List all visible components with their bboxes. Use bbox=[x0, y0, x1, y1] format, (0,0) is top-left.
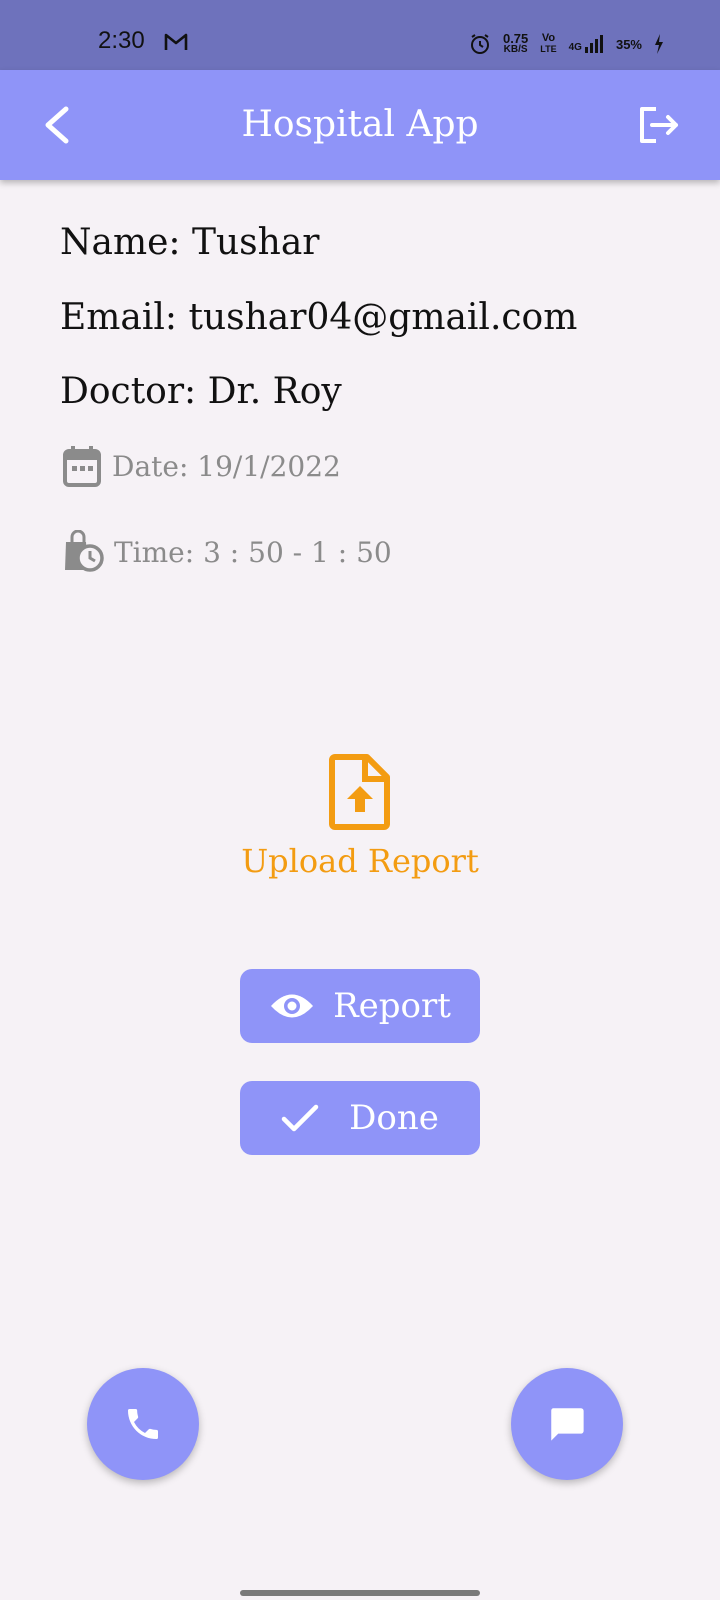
call-button[interactable] bbox=[87, 1368, 199, 1480]
patient-name: Name: Tushar bbox=[60, 222, 320, 263]
report-label: Report bbox=[333, 986, 451, 1026]
calendar-icon bbox=[63, 446, 101, 487]
appointment-date: Date: 19/1/2022 bbox=[62, 445, 341, 487]
status-bar: 2:30 0.75 KB/S Vo LTE 4G 35% bbox=[0, 0, 720, 70]
upload-report-button[interactable]: Upload Report bbox=[0, 754, 720, 880]
signal-icon: 4G bbox=[569, 35, 604, 53]
clock-bag-icon bbox=[65, 530, 104, 572]
app-bar: Hospital App bbox=[0, 70, 720, 180]
phone-icon bbox=[128, 1409, 158, 1439]
logout-icon[interactable] bbox=[638, 106, 680, 144]
charging-icon bbox=[655, 34, 663, 54]
network-speed: 0.75 KB/S bbox=[502, 31, 529, 55]
alarm-icon bbox=[470, 34, 489, 54]
app-title: Hospital App bbox=[241, 104, 479, 145]
appointment-time: Time: 3 : 50 - 1 : 50 bbox=[62, 530, 392, 574]
patient-email: Email: tushar04@gmail.com bbox=[60, 297, 578, 338]
date-text: Date: 19/1/2022 bbox=[112, 449, 341, 483]
view-report-button[interactable]: Report bbox=[240, 969, 480, 1043]
done-button[interactable]: Done bbox=[240, 1081, 480, 1155]
check-icon bbox=[281, 1104, 319, 1132]
network-type: 4G bbox=[568, 42, 582, 53]
eye-icon bbox=[271, 994, 314, 1018]
gmail-icon bbox=[164, 33, 188, 50]
chat-icon bbox=[551, 1408, 584, 1441]
doctor-name: Doctor: Dr. Roy bbox=[60, 371, 342, 412]
volte-indicator: Vo LTE bbox=[540, 32, 557, 55]
home-indicator[interactable] bbox=[240, 1590, 480, 1596]
status-icons: 0.75 KB/S Vo LTE 4G 35% bbox=[469, 30, 664, 58]
status-time: 2:30 bbox=[98, 27, 145, 54]
time-text: Time: 3 : 50 - 1 : 50 bbox=[114, 535, 392, 569]
upload-file-icon bbox=[329, 754, 390, 830]
upload-report-label: Upload Report bbox=[241, 842, 479, 880]
chat-button[interactable] bbox=[511, 1368, 623, 1480]
battery-level: 35% bbox=[615, 36, 642, 52]
done-label: Done bbox=[349, 1098, 439, 1138]
